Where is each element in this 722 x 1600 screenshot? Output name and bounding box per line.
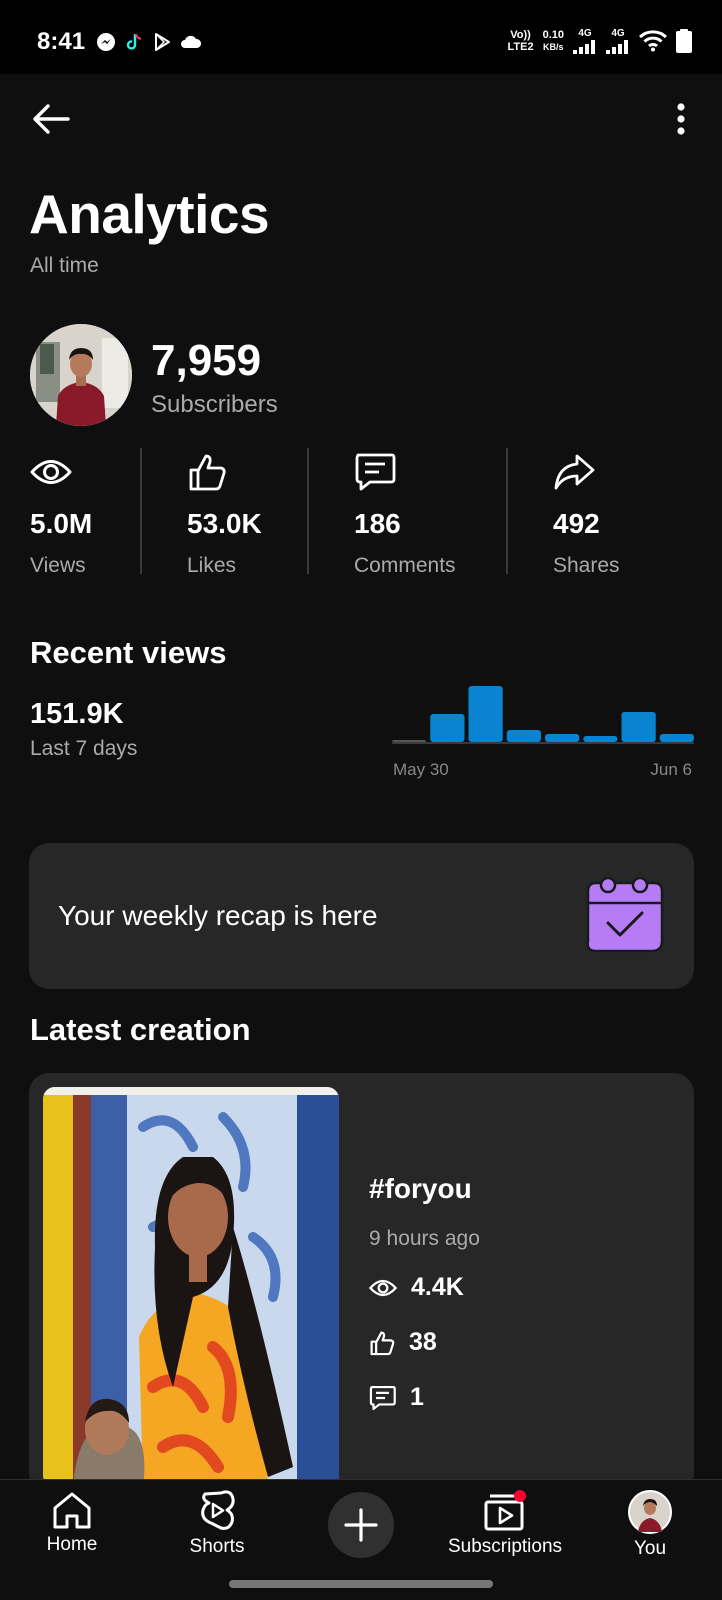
stat-views[interactable]: 5.0M Views — [30, 450, 93, 577]
stat-divider — [140, 448, 142, 574]
video-views: 4.4K — [369, 1273, 464, 1302]
latest-creation-card[interactable]: #foryou 9 hours ago 4.4K 38 1 — [29, 1073, 694, 1493]
status-time: 8:41 — [37, 28, 86, 55]
stat-label: Comments — [354, 554, 456, 577]
chart-bar — [621, 712, 656, 742]
video-views-value: 4.4K — [411, 1273, 464, 1301]
chart-bar — [430, 714, 465, 742]
subscriptions-icon — [484, 1490, 526, 1531]
signal-bars-icon — [606, 40, 628, 54]
notification-icons — [96, 32, 202, 52]
thumbnail-image — [43, 1087, 339, 1487]
stat-label: Views — [30, 554, 86, 577]
nav-home-label: Home — [46, 1534, 98, 1555]
home-indicator — [229, 1580, 493, 1588]
nav-you[interactable]: You — [575, 1490, 722, 1560]
volte-text: Vo)) — [510, 29, 531, 41]
chart-bar — [468, 686, 503, 742]
speed-indicator: 0.10 KB/s — [543, 29, 564, 53]
stat-value: 186 — [354, 508, 401, 539]
cloud-icon — [181, 35, 202, 48]
chart-x-end-label: Jun 6 — [650, 760, 692, 779]
nav-shorts[interactable]: Shorts — [142, 1490, 292, 1558]
eye-icon — [30, 460, 72, 484]
video-comments: 1 — [369, 1383, 424, 1412]
plus-icon — [344, 1508, 378, 1542]
stat-shares[interactable]: 492 Shares — [553, 450, 620, 577]
chart-bar — [506, 730, 541, 742]
page-title: Analytics — [29, 183, 270, 245]
avatar-image — [30, 324, 132, 426]
signal-2: 4G — [606, 28, 630, 54]
chart-bar — [583, 736, 618, 742]
wifi-icon — [639, 30, 667, 52]
stat-divider — [506, 448, 508, 574]
more-vert-icon — [677, 103, 685, 135]
recent-views-title: Recent views — [30, 635, 227, 670]
create-button[interactable] — [328, 1492, 394, 1558]
comment-icon — [369, 1385, 396, 1410]
stat-value: 492 — [553, 508, 600, 539]
volte-indicator: Vo)) LTE2 — [508, 29, 534, 53]
eye-icon — [369, 1279, 397, 1296]
video-thumbnail[interactable] — [43, 1087, 339, 1487]
nav-subscriptions-label: Subscriptions — [447, 1536, 563, 1557]
weekly-recap-card[interactable]: Your weekly recap is here — [29, 843, 694, 989]
you-avatar — [628, 1490, 672, 1534]
signal-1: 4G — [573, 28, 597, 54]
arrow-left-icon — [33, 104, 70, 134]
video-likes: 38 — [369, 1328, 437, 1357]
home-icon — [53, 1492, 91, 1529]
video-likes-value: 38 — [409, 1328, 437, 1356]
recent-views-value: 151.9K — [30, 698, 124, 730]
signal-bars-icon — [573, 40, 595, 54]
nav-home[interactable]: Home — [0, 1490, 147, 1556]
net1-text: 4G — [578, 28, 592, 39]
speed-value: 0.10 — [542, 29, 564, 41]
more-options-button[interactable] — [666, 98, 696, 140]
comment-icon — [355, 453, 396, 491]
video-title: #foryou — [369, 1173, 472, 1204]
stat-value: 53.0K — [187, 508, 262, 539]
battery-icon — [676, 29, 692, 53]
messenger-icon — [97, 33, 115, 51]
tiktok-icon — [126, 33, 142, 50]
thumbs-up-icon — [189, 454, 226, 491]
back-button[interactable] — [28, 96, 74, 142]
shorts-icon — [201, 1490, 235, 1530]
recent-views-period: Last 7 days — [30, 737, 138, 760]
chart-bar — [545, 734, 580, 742]
nav-shorts-label: Shorts — [189, 1536, 245, 1557]
subscriber-label: Subscribers — [151, 391, 278, 418]
nav-subscriptions[interactable]: Subscriptions — [430, 1490, 580, 1558]
subscriber-count: 7,959 — [151, 336, 262, 385]
stat-comments[interactable]: 186 Comments — [354, 450, 456, 577]
chart-bar — [659, 734, 694, 742]
calendar-check-icon — [586, 876, 664, 953]
recap-text: Your weekly recap is here — [58, 900, 378, 931]
status-right: Vo)) LTE2 0.10 KB/s 4G 4G — [508, 28, 692, 54]
video-posted-time: 9 hours ago — [369, 1227, 480, 1250]
share-icon — [554, 454, 595, 490]
bottom-navigation: Home Shorts Subscriptions You — [0, 1479, 722, 1600]
nav-you-label: You — [633, 1538, 667, 1559]
lte-text: LTE2 — [507, 41, 534, 53]
latest-creation-title: Latest creation — [30, 1012, 251, 1047]
thumbs-up-icon — [370, 1330, 395, 1355]
stat-label: Likes — [187, 554, 237, 577]
stat-likes[interactable]: 53.0K Likes — [187, 450, 262, 577]
channel-avatar — [30, 324, 132, 426]
chart-x-start-label: May 30 — [393, 760, 449, 779]
stat-divider — [307, 448, 309, 574]
video-comments-value: 1 — [410, 1383, 424, 1411]
play-store-icon — [155, 33, 170, 51]
page-subtitle: All time — [30, 254, 99, 277]
stat-label: Shares — [553, 554, 620, 577]
net2-text: 4G — [611, 28, 625, 39]
stat-value: 5.0M — [30, 508, 93, 539]
speed-unit: KB/s — [543, 42, 564, 52]
status-bar: 8:41 Vo)) LTE2 0.10 KB/s 4G 4G — [0, 0, 722, 74]
chart-bar — [392, 740, 427, 742]
notification-dot — [514, 1490, 526, 1502]
